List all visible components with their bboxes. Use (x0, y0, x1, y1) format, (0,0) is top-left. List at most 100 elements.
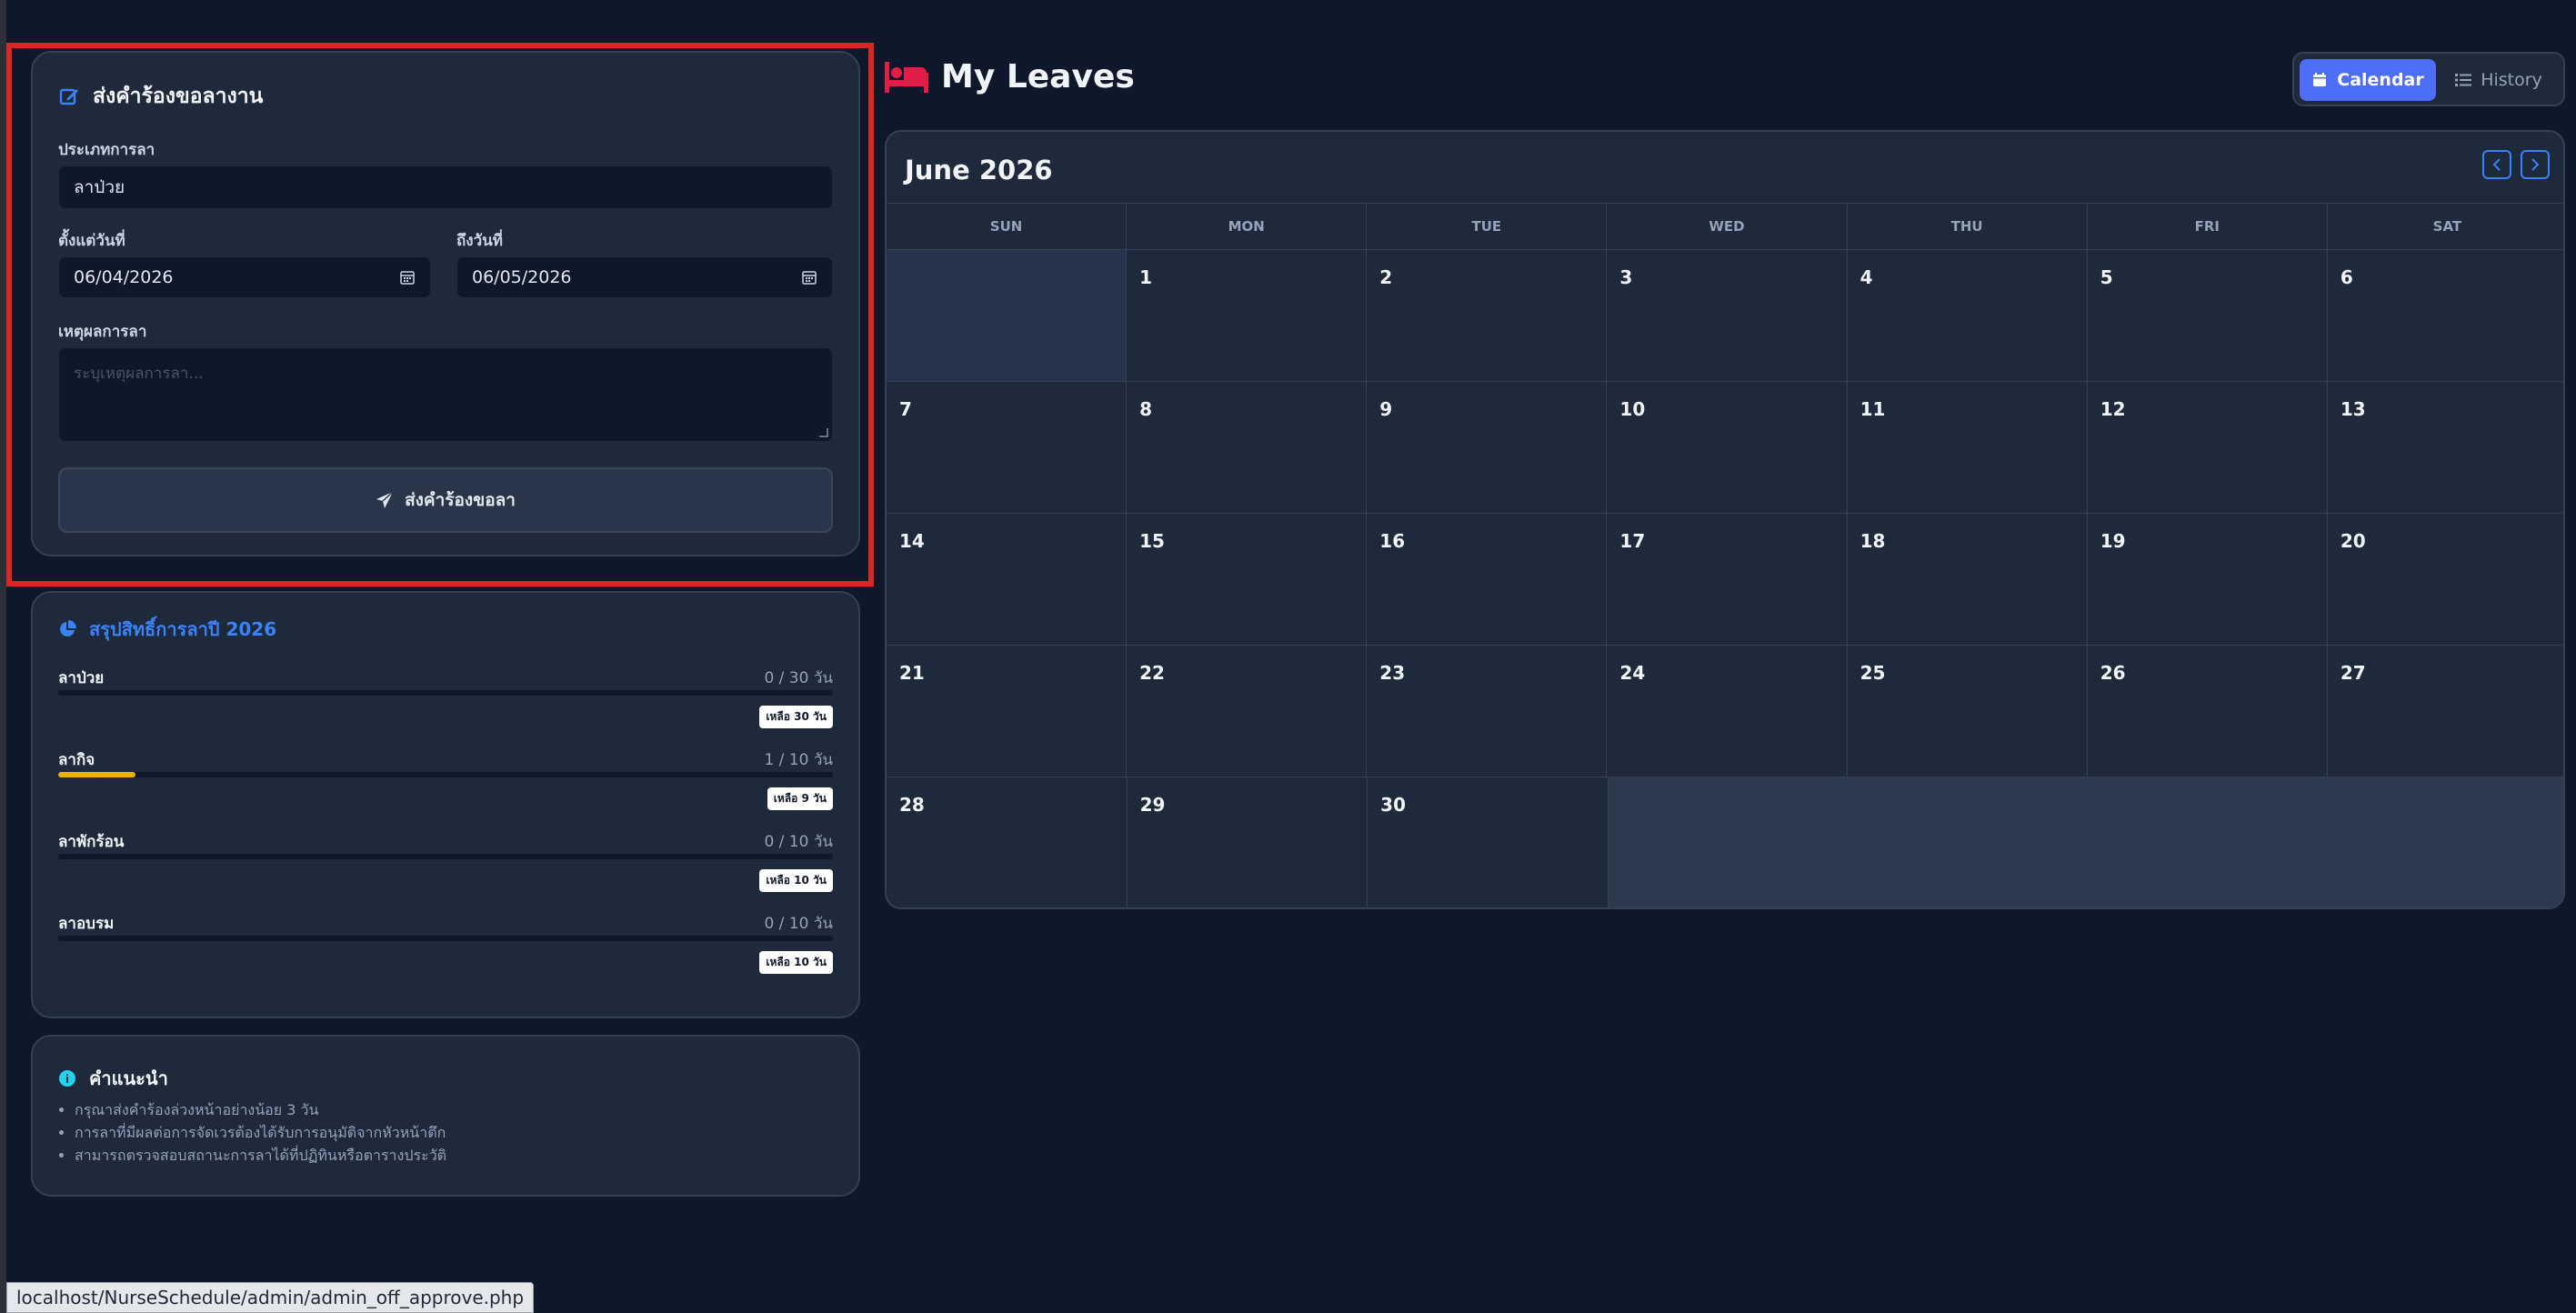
chevron-left-icon (2491, 158, 2502, 171)
page-title: My Leaves (885, 58, 1135, 95)
leave-quota-name: ลาป่วย (58, 669, 105, 687)
highlight-frame (6, 43, 874, 586)
chevron-right-icon (2530, 158, 2541, 171)
calendar-day[interactable]: 15 (1127, 514, 1368, 645)
next-month-button[interactable] (2521, 150, 2550, 179)
leave-quota-row: ลาป่วย 0 / 30 วัน เหลือ 30 วัน (58, 666, 833, 738)
calendar: June 2026 SUN MON TUE WED THU FRI SAT 1 … (885, 130, 2565, 909)
calendar-week: 21 22 23 24 25 26 27 (887, 646, 2563, 777)
calendar-icon (2311, 72, 2328, 88)
day-number: 16 (1379, 530, 1406, 552)
bed-icon (885, 61, 928, 93)
calendar-grid: SUN MON TUE WED THU FRI SAT 1 2 3 4 5 6 … (887, 203, 2563, 907)
calendar-month-title: June 2026 (905, 155, 1053, 185)
calendar-day[interactable]: 8 (1127, 382, 1368, 513)
calendar-day[interactable]: 3 (1607, 250, 1848, 381)
day-number: 30 (1380, 794, 1406, 816)
leave-remaining-badge: เหลือ 30 วัน (759, 706, 833, 728)
day-number: 2 (1379, 266, 1393, 288)
day-number: 7 (899, 398, 912, 420)
tips-title: คำแนะนำ (58, 1064, 168, 1093)
tab-history[interactable]: History (2440, 59, 2558, 101)
view-toggle: Calendar History (2292, 52, 2565, 106)
day-number: 23 (1379, 662, 1406, 684)
day-number: 28 (899, 794, 925, 816)
calendar-day[interactable]: 29 (1127, 777, 1368, 907)
tab-calendar[interactable]: Calendar (2300, 59, 2436, 101)
page-title-text: My Leaves (941, 58, 1135, 95)
day-number: 27 (2340, 662, 2366, 684)
leave-quota-name: ลาพักร้อน (58, 833, 125, 851)
calendar-week: 14 15 16 17 18 19 20 (887, 514, 2563, 646)
calendar-day[interactable]: 22 (1127, 646, 1368, 777)
weekday-label: THU (1848, 204, 2088, 249)
calendar-day[interactable]: 19 (2087, 514, 2328, 645)
leave-quota-count: 0 / 30 วัน (764, 669, 833, 687)
day-number: 10 (1619, 398, 1646, 420)
day-number: 12 (2100, 398, 2126, 420)
day-number: 8 (1139, 398, 1153, 420)
weekday-label: MON (1127, 204, 1368, 249)
window-edge (0, 0, 6, 1313)
calendar-day[interactable]: 11 (1847, 382, 2088, 513)
leave-quota-count: 1 / 10 วัน (764, 751, 833, 769)
calendar-day[interactable]: 13 (2327, 382, 2563, 513)
day-number: 4 (1859, 266, 1873, 288)
calendar-day[interactable]: 9 (1367, 382, 1608, 513)
calendar-day[interactable]: 7 (887, 382, 1128, 513)
weekday-label: SAT (2432, 218, 2462, 235)
day-number: 26 (2100, 662, 2126, 684)
leave-remaining-badge: เหลือ 9 วัน (767, 787, 833, 810)
weekday-label: WED (1607, 204, 1848, 249)
weekday-label: FRI (2088, 204, 2328, 249)
tips-card: คำแนะนำ กรุณาส่งคำร้องล่วงหน้าอย่างน้อย … (31, 1035, 860, 1197)
day-number: 14 (899, 530, 925, 552)
day-number: 5 (2100, 266, 2113, 288)
prev-month-button[interactable] (2482, 150, 2511, 179)
leave-quota-row: ลาพักร้อน 0 / 10 วัน เหลือ 10 วัน (58, 829, 833, 902)
calendar-day[interactable]: 30 (1368, 777, 1609, 907)
leave-quota-progress-fill (58, 772, 136, 777)
calendar-week: 7 8 9 10 11 12 13 (887, 382, 2563, 514)
weekday-label: TUE (1367, 204, 1608, 249)
calendar-day[interactable]: 10 (1607, 382, 1848, 513)
calendar-day[interactable]: 20 (2327, 514, 2563, 645)
tips-title-text: คำแนะนำ (89, 1067, 168, 1089)
calendar-day[interactable]: 23 (1367, 646, 1608, 777)
tip-item: การลาที่มีผลต่อการจัดเวรต้องได้รับการอนุ… (75, 1121, 446, 1144)
calendar-day[interactable]: 24 (1607, 646, 1848, 777)
tab-calendar-label: Calendar (2337, 70, 2424, 90)
calendar-day[interactable]: 5 (2087, 250, 2328, 381)
calendar-day[interactable]: 26 (2087, 646, 2328, 777)
tab-history-label: History (2481, 70, 2542, 90)
day-number: 19 (2100, 530, 2126, 552)
calendar-day[interactable]: 4 (1847, 250, 2088, 381)
leave-quota-row: ลากิจ 1 / 10 วัน เหลือ 9 วัน (58, 747, 833, 820)
calendar-day[interactable]: 16 (1367, 514, 1608, 645)
status-bar-url: localhost/NurseSchedule/admin/admin_off_… (6, 1282, 535, 1313)
calendar-day[interactable]: 18 (1847, 514, 2088, 645)
calendar-day[interactable]: 25 (1847, 646, 2088, 777)
summary-title-text: สรุปสิทธิ์การลาปี 2026 (89, 618, 277, 640)
calendar-day[interactable]: 6 (2327, 250, 2563, 381)
day-number: 20 (2340, 530, 2366, 552)
calendar-day[interactable]: 27 (2327, 646, 2563, 777)
calendar-day[interactable]: 14 (887, 514, 1128, 645)
tip-item: สามารถตรวจสอบสถานะการลาได้ที่ปฏิทินหรือต… (75, 1144, 446, 1167)
day-number: 17 (1619, 530, 1646, 552)
day-number: 9 (1379, 398, 1393, 420)
day-number: 22 (1139, 662, 1165, 684)
calendar-week: 28 29 30 (887, 777, 2563, 907)
calendar-empty-cell (1608, 777, 2563, 907)
day-number: 24 (1619, 662, 1646, 684)
calendar-day[interactable]: 17 (1607, 514, 1848, 645)
day-number: 3 (1619, 266, 1633, 288)
day-number: 29 (1139, 794, 1166, 816)
day-number: 11 (1859, 398, 1886, 420)
pie-chart-icon (58, 620, 76, 638)
calendar-day[interactable]: 21 (887, 646, 1128, 777)
calendar-day[interactable]: 2 (1367, 250, 1608, 381)
calendar-day[interactable]: 1 (1127, 250, 1368, 381)
calendar-day[interactable]: 28 (887, 777, 1128, 907)
calendar-day[interactable]: 12 (2087, 382, 2328, 513)
